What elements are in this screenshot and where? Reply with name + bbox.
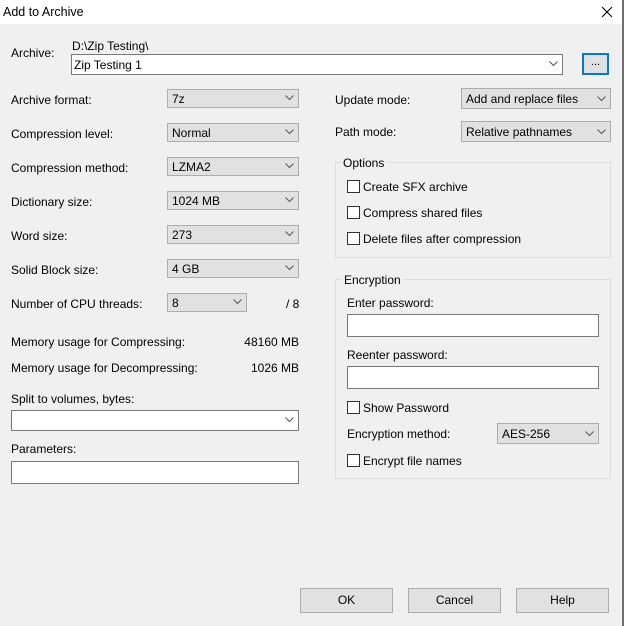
update-mode-value: Add and replace files bbox=[466, 92, 579, 106]
cpu-threads-label: Number of CPU threads: bbox=[11, 297, 143, 311]
encryption-method-label: Encryption method: bbox=[347, 427, 451, 441]
encrypt-names-label: Encrypt file names bbox=[363, 454, 462, 468]
chevron-down-icon bbox=[285, 197, 294, 203]
cancel-button[interactable]: Cancel bbox=[408, 588, 501, 613]
show-password-checkbox[interactable] bbox=[347, 401, 360, 414]
archive-format-label: Archive format: bbox=[11, 93, 92, 107]
chevron-down-icon bbox=[285, 95, 294, 101]
parameters-label: Parameters: bbox=[11, 442, 77, 456]
word-size-label: Word size: bbox=[11, 229, 68, 243]
solid-block-size-value: 4 GB bbox=[172, 262, 200, 276]
solid-block-size-label: Solid Block size: bbox=[11, 263, 99, 277]
show-password-label: Show Password bbox=[363, 401, 450, 415]
word-size-value: 273 bbox=[172, 228, 193, 242]
memory-decompress-value: 1026 MB bbox=[250, 361, 299, 375]
archive-name-combo[interactable]: Zip Testing 1 bbox=[71, 54, 563, 75]
encryption-group-title: Encryption bbox=[342, 273, 403, 287]
browse-button[interactable]: ... bbox=[582, 53, 609, 75]
compression-method-select[interactable]: LZMA2 bbox=[167, 157, 299, 176]
dictionary-size-select[interactable]: 1024 MB bbox=[167, 191, 299, 210]
path-mode-value: Relative pathnames bbox=[466, 125, 573, 139]
close-icon bbox=[601, 6, 613, 18]
memory-compress-value: 48160 MB bbox=[244, 335, 299, 349]
options-group-title: Options bbox=[341, 156, 387, 170]
parameters-input[interactable] bbox=[11, 461, 299, 484]
update-mode-select[interactable]: Add and replace files bbox=[461, 88, 611, 109]
compression-method-value: LZMA2 bbox=[172, 160, 211, 174]
split-volumes-combo[interactable] bbox=[11, 410, 299, 431]
enter-password-input[interactable] bbox=[347, 314, 599, 337]
memory-compress-label: Memory usage for Compressing: bbox=[11, 335, 186, 349]
path-mode-label: Path mode: bbox=[335, 125, 397, 139]
dictionary-size-label: Dictionary size: bbox=[11, 195, 93, 209]
encrypt-names-checkbox[interactable] bbox=[347, 454, 360, 467]
split-volumes-label: Split to volumes, bytes: bbox=[11, 392, 135, 406]
archive-format-value: 7z bbox=[172, 92, 185, 106]
word-size-select[interactable]: 273 bbox=[167, 225, 299, 244]
chevron-down-icon bbox=[285, 417, 294, 423]
solid-block-size-select[interactable]: 4 GB bbox=[167, 259, 299, 278]
help-button[interactable]: Help bbox=[516, 588, 609, 613]
delete-after-label: Delete files after compression bbox=[363, 232, 522, 246]
reenter-password-input[interactable] bbox=[347, 366, 599, 389]
title-bar: Add to Archive bbox=[0, 0, 622, 24]
reenter-password-label: Reenter password: bbox=[347, 348, 448, 362]
close-button[interactable] bbox=[596, 1, 618, 23]
create-sfx-checkbox[interactable] bbox=[347, 180, 360, 193]
cpu-threads-value: 8 bbox=[172, 296, 179, 310]
compress-shared-checkbox[interactable] bbox=[347, 206, 360, 219]
window-title: Add to Archive bbox=[3, 5, 84, 19]
create-sfx-label: Create SFX archive bbox=[363, 180, 468, 194]
chevron-down-icon bbox=[233, 299, 242, 305]
compression-level-label: Compression level: bbox=[11, 127, 114, 141]
archive-label: Archive: bbox=[11, 46, 55, 60]
update-mode-label: Update mode: bbox=[335, 93, 411, 107]
ok-button[interactable]: OK bbox=[300, 588, 393, 613]
compress-shared-label: Compress shared files bbox=[363, 206, 483, 220]
compression-method-label: Compression method: bbox=[11, 161, 129, 175]
archive-path: D:\Zip Testing\ bbox=[72, 39, 149, 53]
chevron-down-icon bbox=[285, 163, 294, 169]
delete-after-checkbox[interactable] bbox=[347, 232, 360, 245]
dictionary-size-value: 1024 MB bbox=[172, 194, 221, 208]
encryption-method-select[interactable]: AES-256 bbox=[497, 423, 599, 444]
chevron-down-icon bbox=[285, 231, 294, 237]
archive-format-select[interactable]: 7z bbox=[167, 89, 299, 108]
chevron-down-icon bbox=[597, 96, 606, 102]
archive-name-value: Zip Testing 1 bbox=[74, 58, 142, 72]
chevron-down-icon bbox=[549, 61, 558, 67]
chevron-down-icon bbox=[585, 431, 594, 437]
compression-level-value: Normal bbox=[172, 126, 211, 140]
cpu-threads-max: / 8 bbox=[286, 297, 300, 311]
enter-password-label: Enter password: bbox=[347, 296, 434, 310]
cpu-threads-select[interactable]: 8 bbox=[167, 293, 247, 312]
path-mode-select[interactable]: Relative pathnames bbox=[461, 121, 611, 142]
chevron-down-icon bbox=[597, 129, 606, 135]
chevron-down-icon bbox=[285, 265, 294, 271]
chevron-down-icon bbox=[285, 129, 294, 135]
memory-decompress-label: Memory usage for Decompressing: bbox=[11, 361, 198, 375]
encryption-method-value: AES-256 bbox=[502, 427, 551, 441]
compression-level-select[interactable]: Normal bbox=[167, 123, 299, 142]
